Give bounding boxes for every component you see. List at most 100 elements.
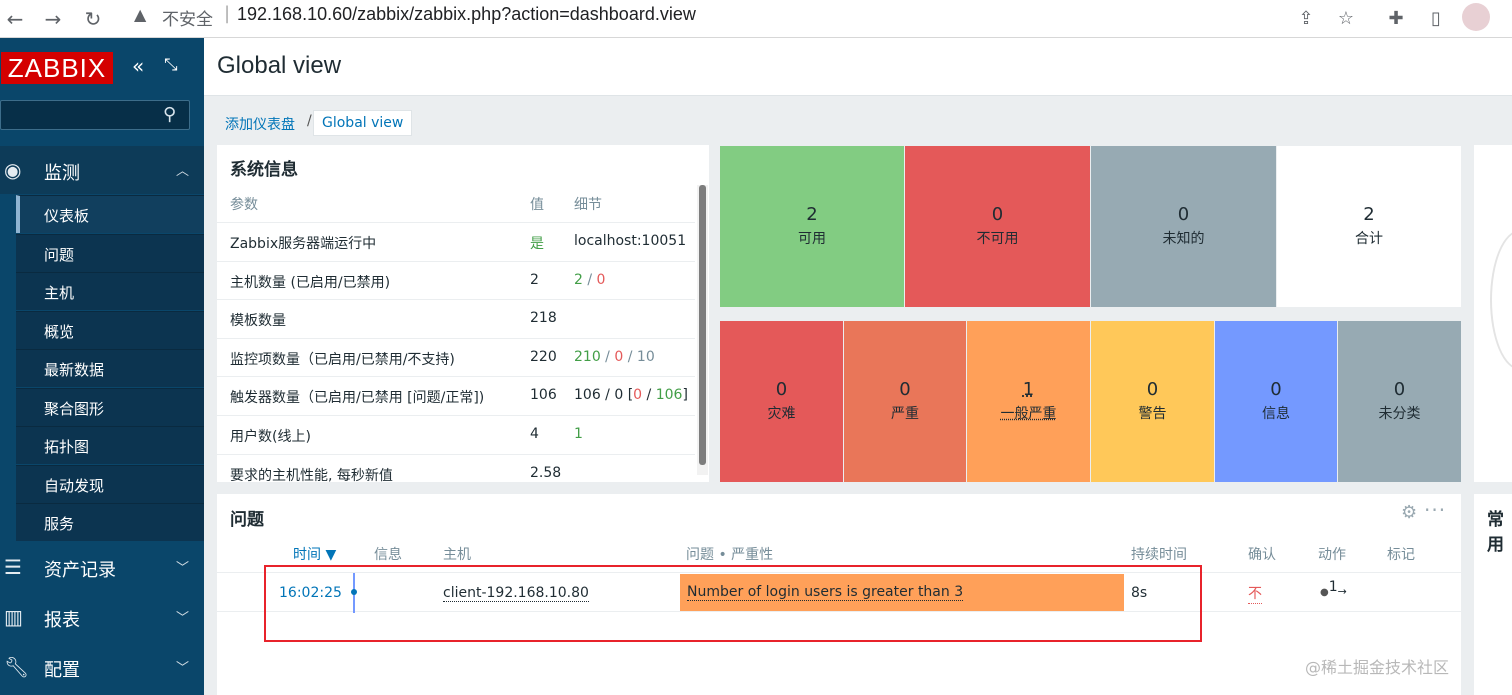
avatar[interactable] [1462,3,1490,31]
severity-tile-not-classified[interactable]: 0 未分类 [1338,321,1461,482]
back-icon[interactable]: ← [0,4,30,34]
menu-inventory[interactable]: ☰ 资产记录 ﹀ [0,543,204,591]
collapse-sidebar-icon[interactable]: « [132,54,144,78]
tile-label: 不可用 [976,231,1019,247]
column-header-value: 值 [530,197,544,213]
value-cell: 2.58 [530,464,562,481]
tile-label: 灾难 [767,406,796,422]
submenu-discovery[interactable]: 自动发现 [16,464,204,503]
trigger-counts: 106 / 0 [ [574,387,634,404]
acknowledge-link[interactable]: 不 [1248,583,1262,604]
system-info-widget: 系统信息 参数 值 细节 Zabbix服务器端运行中 是 localhost:1… [217,145,709,482]
menu-inventory-label: 资产记录 [44,560,116,581]
url-text[interactable]: 192.168.10.60/zabbix/zabbix.php?action=d… [237,4,696,25]
tile-count: 0 [1393,379,1406,400]
submenu-label: 拓扑图 [44,438,90,456]
column-header-host[interactable]: 主机 [443,544,471,564]
submenu-overview[interactable]: 概览 [16,310,204,349]
submenu-hosts[interactable]: 主机 [16,272,204,310]
column-header-time[interactable]: 时间 ▼ [293,544,336,564]
availability-tile-unknown[interactable]: 0 未知的 [1091,146,1276,307]
bar-chart-icon: ▥ [4,605,23,629]
search-icon[interactable]: ⚲ [163,104,176,125]
menu-configuration[interactable]: 🔧︎ 配置 ﹀ [0,643,204,691]
severity-tile-warning[interactable]: 0 警告 [1091,321,1214,482]
chevron-down-icon: ﹀ [176,561,190,576]
tile-label: 一般严重 [1000,406,1057,422]
menu-configuration-label: 配置 [44,660,80,681]
forward-icon[interactable]: → [38,4,68,34]
tile-label: 未分类 [1378,406,1421,422]
widget-title: 问题 [230,510,264,530]
severity-tile-high[interactable]: 0 严重 [844,321,966,482]
tile-count: 0 [1270,379,1282,400]
tile-count: 0 [1146,379,1159,400]
eye-icon: ◉ [4,158,22,182]
action-dot-icon: ● [1320,587,1329,598]
submenu-latest-data[interactable]: 最新数据 [16,349,204,387]
url-separator: | [224,3,231,24]
bookmark-star-icon[interactable]: ☆ [1331,4,1361,34]
table-row: 监控项数量（已启用/已禁用/不支持) 220 210 / 0 / 10 [217,337,695,377]
column-header-tags: 标记 [1387,547,1415,563]
actions-link[interactable]: ●1→ [1320,579,1347,599]
reload-icon[interactable]: ↻ [78,4,108,34]
warning-icon: ▲ [134,5,147,24]
page-header: Global view [204,38,1512,96]
value-cell: 220 [530,348,557,365]
breadcrumb-parent[interactable]: 添加仪表盘 [225,114,295,134]
submenu-label: 最新数据 [44,361,105,379]
kiosk-mode-icon[interactable]: ⤡ [164,55,178,75]
tile-count: 1 [1022,379,1035,400]
breadcrumb-separator: / [307,113,312,129]
detail-cell: 106 / 0 [0 / 106] [574,387,688,403]
submenu-label: 问题 [44,245,75,264]
submenu-maps[interactable]: 拓扑图 [16,426,204,464]
bracket: ] [682,387,688,404]
chevron-down-icon: ﹀ [176,661,190,676]
share-icon[interactable]: ⇪ [1291,4,1321,34]
gear-icon[interactable]: ⚙ [1401,502,1417,523]
tile-count: 0 [899,379,911,400]
scrollbar-thumb[interactable] [699,185,706,465]
page-title: Global view [217,52,342,79]
extensions-icon[interactable]: ✚ [1381,4,1411,34]
submenu-dashboard[interactable]: 仪表板 [16,195,204,233]
menu-monitoring-label: 监测 [44,163,80,184]
tile-count: 2 [1363,204,1375,225]
availability-tile-available[interactable]: 2 可用 [720,146,904,307]
submenu-label: 自动发现 [44,476,105,495]
list-icon: ☰ [4,555,22,579]
severity-tile-disaster[interactable]: 0 灾难 [720,321,843,482]
column-header-info: 信息 [374,547,402,563]
table-row: 主机数量 (已启用/已禁用) 2 2 / 0 [217,260,695,300]
submenu-label: 服务 [44,515,75,533]
table-row: 触发器数量（已启用/已禁用 [问题/正常]) 106 106 / 0 [0 / … [217,376,695,415]
disabled-count: 0 [596,271,606,288]
severity-tile-information[interactable]: 0 信息 [1215,321,1337,482]
table-row: 模板数量 218 [217,299,695,338]
address-bar[interactable]: ▲ 不安全 | 192.168.10.60/zabbix/zabbix.php?… [124,0,1274,32]
column-header-ack: 确认 [1248,547,1276,563]
sidebar-search-input[interactable] [0,100,190,130]
submenu-problems[interactable]: 问题 [16,233,204,272]
insecure-label: 不安全 [162,10,213,30]
value-cell: 218 [530,310,557,327]
value-cell: 4 [530,425,539,442]
side-panel-icon[interactable]: ▯ [1421,4,1451,34]
availability-tile-unavailable[interactable]: 0 不可用 [905,146,1090,307]
availability-tile-total[interactable]: 2 合计 [1277,146,1461,307]
column-header-duration: 持续时间 [1131,547,1187,563]
column-header-problem[interactable]: 问题 • 严重性 [686,544,773,564]
severity-tile-average[interactable]: 1 一般严重 [967,321,1090,482]
menu-reports[interactable]: ▥ 报表 ﹀ [0,593,204,641]
table-row: Zabbix服务器端运行中 是 localhost:10051 [217,222,695,261]
breadcrumb-current[interactable]: Global view [313,110,413,136]
more-options-icon[interactable]: ··· [1424,498,1446,522]
chevron-up-icon: ︿ [176,164,190,179]
menu-monitoring[interactable]: ◉ 监测 ︿ [0,146,204,194]
submenu-screens[interactable]: 聚合图形 [16,387,204,426]
chevron-down-icon: ﹀ [176,611,190,626]
submenu-services[interactable]: 服务 [16,503,204,541]
zabbix-logo[interactable]: ZABBIX [1,52,113,84]
